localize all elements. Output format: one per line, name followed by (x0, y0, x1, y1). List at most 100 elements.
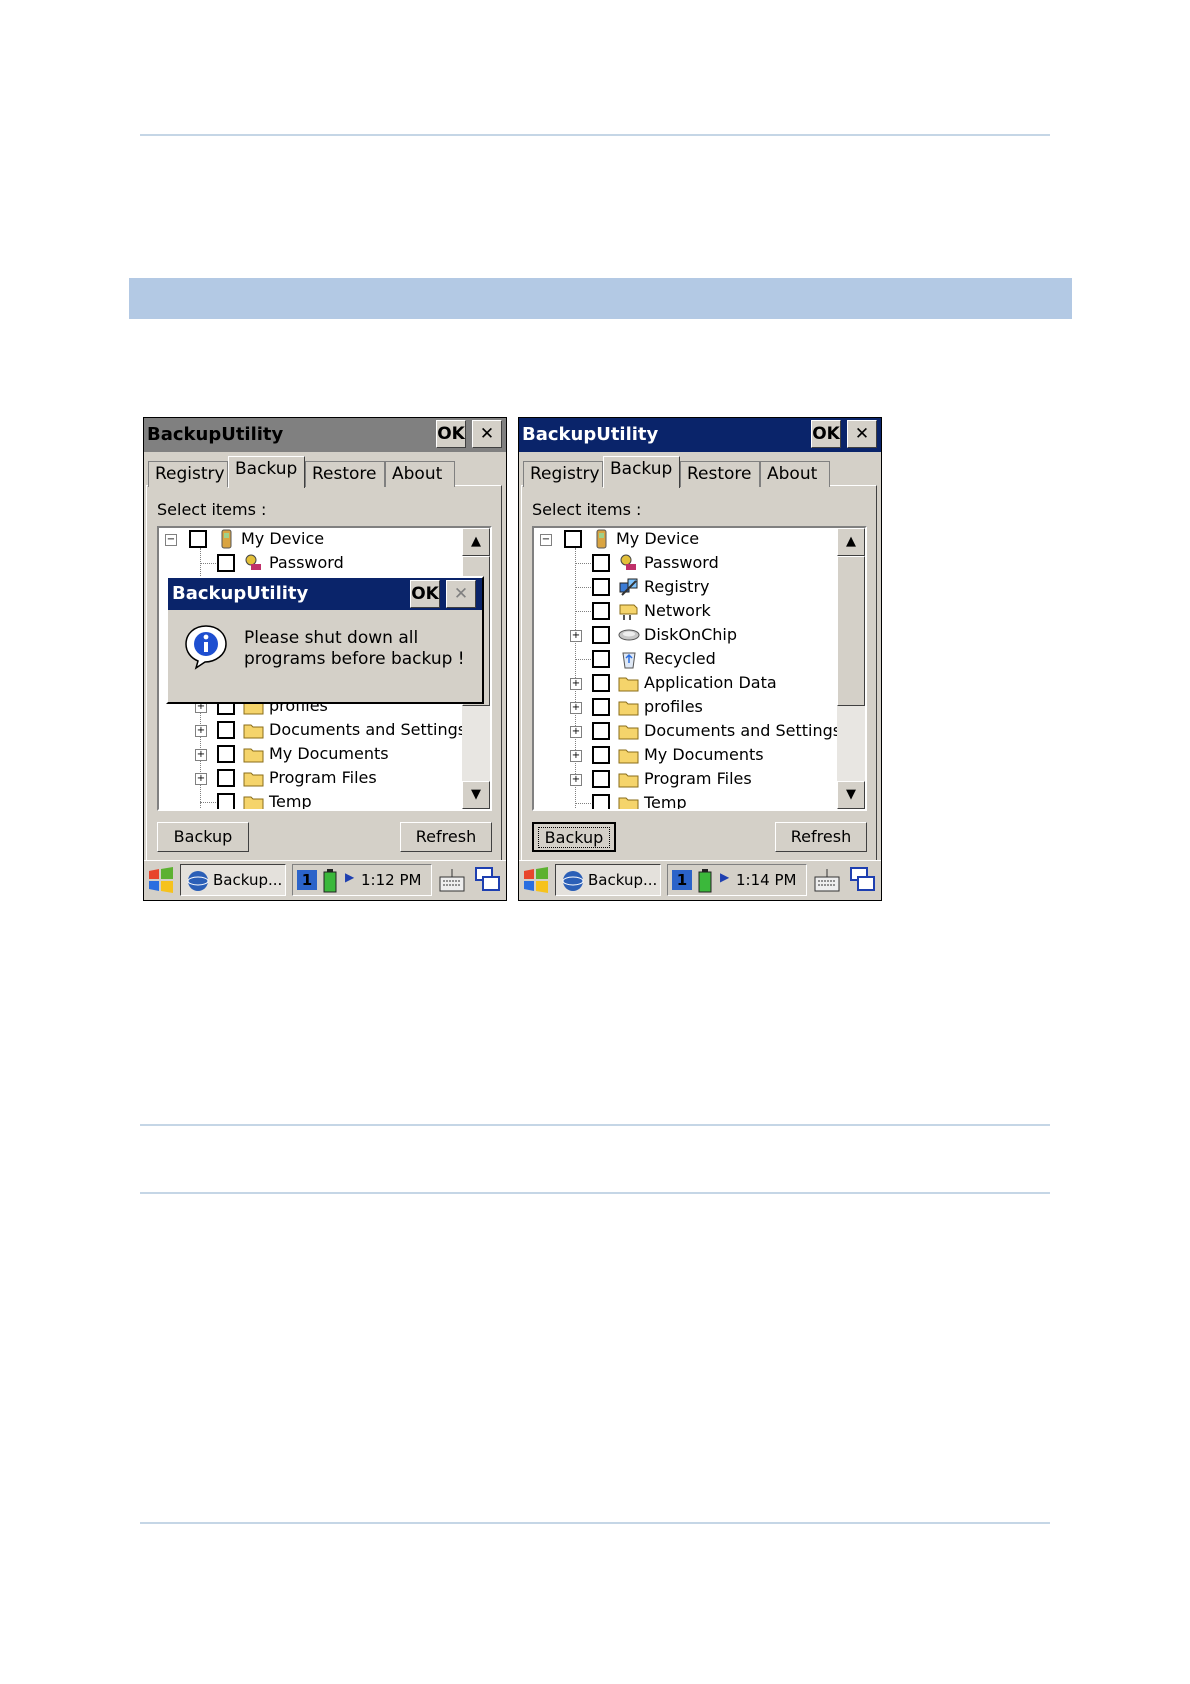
ok-button[interactable]: OK (811, 420, 841, 448)
tree-row-my-documents[interactable]: + My Documents (534, 744, 834, 768)
checkbox[interactable] (592, 794, 610, 809)
dialog-title: BackupUtility (172, 583, 309, 604)
scroll-up-button[interactable]: ▲ (462, 528, 490, 556)
scroll-down-button[interactable]: ▼ (837, 781, 865, 809)
checkbox[interactable] (592, 602, 610, 620)
refresh-button[interactable]: Refresh (400, 822, 492, 852)
dialog-ok-button[interactable]: OK (410, 580, 440, 608)
folder-icon (618, 749, 639, 764)
tree-item-label: Network (644, 601, 711, 620)
tree-row-profiles[interactable]: + profiles (534, 696, 834, 720)
clock[interactable]: 1:12 PM (361, 871, 421, 889)
checkbox[interactable] (592, 554, 610, 572)
checkbox[interactable] (217, 769, 235, 787)
folder-icon (618, 725, 639, 740)
checkbox[interactable] (217, 554, 235, 572)
checkbox[interactable] (592, 722, 610, 740)
tree-row-documents-and-settings[interactable]: + Documents and Settings (534, 720, 841, 744)
scroll-thumb[interactable] (837, 556, 865, 706)
tab-restore[interactable]: Restore (305, 461, 385, 487)
close-button[interactable]: ✕ (472, 420, 502, 448)
checkbox[interactable] (592, 650, 610, 668)
checkbox[interactable] (592, 770, 610, 788)
tab-about[interactable]: About (385, 461, 455, 487)
checkbox[interactable] (592, 746, 610, 764)
checkbox[interactable] (592, 626, 610, 644)
select-items-label: Select items : (532, 500, 642, 519)
vertical-scrollbar[interactable]: ▲ ▼ (837, 528, 865, 809)
battery-icon[interactable] (698, 869, 712, 893)
refresh-button[interactable]: Refresh (775, 822, 867, 852)
checkbox[interactable] (592, 578, 610, 596)
checkbox[interactable] (217, 793, 235, 809)
expand-icon[interactable]: + (570, 726, 582, 738)
expand-icon[interactable]: + (570, 678, 582, 690)
tree-item-label: Temp (269, 792, 312, 811)
checkbox[interactable] (592, 674, 610, 692)
tree-row-my-device[interactable]: − My Device (159, 528, 459, 552)
windows-switch-icon[interactable] (474, 866, 502, 894)
expand-icon[interactable]: + (570, 774, 582, 786)
checkbox[interactable] (217, 721, 235, 739)
checkbox[interactable] (592, 698, 610, 716)
window-title: BackupUtility (147, 424, 284, 445)
tab-restore[interactable]: Restore (680, 461, 760, 487)
expand-icon[interactable]: + (195, 725, 207, 737)
tree-row-registry[interactable]: Registry (534, 576, 834, 600)
tree-row-password[interactable]: Password (534, 552, 834, 576)
taskbar-app-button[interactable]: Backup... (555, 864, 661, 896)
tab-backup[interactable]: Backup (603, 456, 680, 488)
taskbar-app-button[interactable]: Backup... (180, 864, 286, 896)
expand-icon[interactable]: + (570, 630, 582, 642)
clock[interactable]: 1:14 PM (736, 871, 796, 889)
tree-row-network[interactable]: Network (534, 600, 834, 624)
collapse-icon[interactable]: − (540, 534, 552, 546)
tree-row-my-device[interactable]: − My Device (534, 528, 834, 552)
tab-about[interactable]: About (760, 461, 830, 487)
tab-registry[interactable]: Registry (148, 461, 228, 487)
tree-row-program-files[interactable]: + Program Files (159, 767, 459, 791)
expand-icon[interactable]: + (195, 749, 207, 761)
arrow-right-icon: ▶ (720, 870, 730, 884)
keyboard-icon[interactable] (438, 867, 466, 893)
input-mode-indicator[interactable]: 1 (672, 870, 692, 890)
tree-row-application-data[interactable]: + Application Data (534, 672, 834, 696)
tree-item-label: Application Data (644, 673, 777, 692)
tree-row-temp[interactable]: Temp (534, 792, 834, 809)
tree-row-temp[interactable]: Temp (159, 791, 459, 811)
windows-start-icon[interactable] (521, 865, 551, 895)
system-tray: 1 ▶ 1:14 PM (667, 864, 807, 896)
scroll-up-button[interactable]: ▲ (837, 528, 865, 556)
tree-row-my-documents[interactable]: + My Documents (159, 743, 459, 767)
windows-start-icon[interactable] (146, 865, 176, 895)
backup-button-label: Backup (537, 827, 611, 848)
tree-branch (200, 563, 216, 564)
scroll-down-button[interactable]: ▼ (462, 781, 490, 809)
backup-button[interactable]: Backup (532, 822, 616, 852)
expand-icon[interactable]: + (570, 702, 582, 714)
dialog-close-button[interactable]: ✕ (446, 580, 476, 608)
windows-switch-icon[interactable] (849, 866, 877, 894)
tree-row-program-files[interactable]: + Program Files (534, 768, 834, 792)
checkbox[interactable] (564, 530, 582, 548)
checkbox[interactable] (189, 530, 207, 548)
checkbox[interactable] (217, 745, 235, 763)
collapse-icon[interactable]: − (165, 534, 177, 546)
close-button[interactable]: ✕ (847, 420, 877, 448)
ok-button[interactable]: OK (436, 420, 466, 448)
tab-backup[interactable]: Backup (228, 456, 305, 488)
folder-icon (243, 724, 264, 739)
backup-button[interactable]: Backup (157, 822, 249, 852)
input-mode-indicator[interactable]: 1 (297, 870, 317, 890)
tree-branch (575, 659, 591, 660)
expand-icon[interactable]: + (195, 773, 207, 785)
tree-row-password[interactable]: Password (159, 552, 459, 576)
tree-row-documents-and-settings[interactable]: + Documents and Settings (159, 719, 466, 743)
tree-item-label: Recycled (644, 649, 716, 668)
expand-icon[interactable]: + (570, 750, 582, 762)
tree-row-recycled[interactable]: Recycled (534, 648, 834, 672)
tab-registry[interactable]: Registry (523, 461, 603, 487)
battery-icon[interactable] (323, 869, 337, 893)
tree-row-diskonchip[interactable]: + DiskOnChip (534, 624, 834, 648)
keyboard-icon[interactable] (813, 867, 841, 893)
